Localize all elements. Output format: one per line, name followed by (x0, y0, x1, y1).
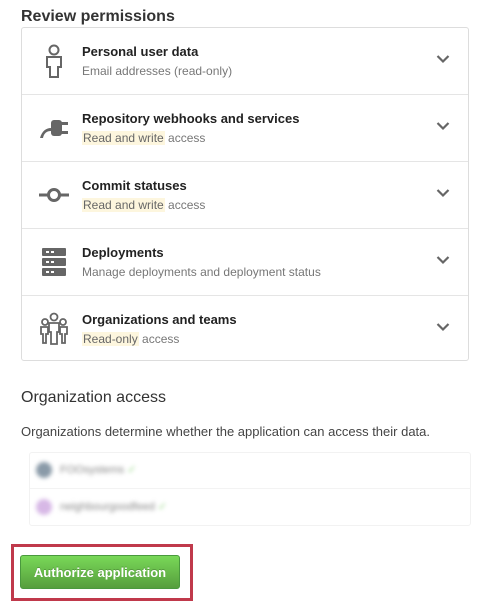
permission-description: Manage deployments and deployment status (82, 265, 321, 279)
review-permissions-title: Review permissions (21, 8, 175, 25)
permission-organizations-teams[interactable]: Organizations and teams Read-only access (22, 296, 468, 363)
permission-commit-statuses[interactable]: Commit statuses Read and write access (22, 162, 468, 229)
org-avatar (36, 499, 52, 515)
chevron-down-icon[interactable] (436, 255, 450, 265)
server-icon (38, 245, 70, 279)
permissions-list: Personal user data Email addresses (read… (21, 27, 469, 361)
permission-repository-webhooks[interactable]: Repository webhooks and services Read an… (22, 95, 468, 162)
organization-item[interactable]: FOOsystems ✓ (30, 453, 470, 489)
permission-deployments[interactable]: Deployments Manage deployments and deplo… (22, 229, 468, 296)
organization-item[interactable]: neighbourgoodfeed ✓ (30, 490, 470, 526)
access-level-highlight: Read-only (82, 332, 139, 346)
check-icon: ✓ (157, 501, 168, 513)
organization-access-title: Organization access (21, 389, 166, 406)
org-avatar (36, 462, 52, 478)
org-name-text: FOOsystems (60, 464, 125, 476)
organization-list: FOOsystems ✓ neighbourgoodfeed ✓ (29, 452, 471, 526)
org-name: neighbourgoodfeed ✓ (60, 500, 167, 513)
chevron-down-icon[interactable] (436, 121, 450, 131)
permission-name: Personal user data (82, 44, 199, 59)
permission-description: Read-only access (82, 332, 179, 346)
access-level-highlight: Read and write (82, 198, 165, 212)
organization-access-description: Organizations determine whether the appl… (21, 424, 431, 439)
access-suffix: access (164, 131, 206, 145)
permission-name: Commit statuses (82, 178, 187, 193)
plug-icon (38, 111, 70, 145)
org-name-text: neighbourgoodfeed (60, 501, 155, 513)
permission-name: Repository webhooks and services (82, 111, 300, 126)
chevron-down-icon[interactable] (436, 188, 450, 198)
chevron-down-icon[interactable] (436, 54, 450, 64)
permission-personal-user-data[interactable]: Personal user data Email addresses (read… (22, 28, 468, 95)
permission-name: Organizations and teams (82, 312, 237, 327)
access-suffix: access (138, 332, 180, 346)
access-level-highlight: Read and write (82, 131, 165, 145)
organization-icon (38, 312, 70, 346)
chevron-down-icon[interactable] (436, 322, 450, 332)
check-icon: ✓ (127, 464, 137, 476)
commit-icon (38, 178, 70, 212)
access-suffix: access (164, 198, 206, 212)
permission-description: Read and write access (82, 131, 205, 145)
org-name: FOOsystems ✓ (60, 463, 136, 476)
permission-description: Email addresses (read-only) (82, 64, 233, 78)
permission-name: Deployments (82, 245, 164, 260)
person-icon (38, 44, 70, 78)
permission-description: Read and write access (82, 198, 205, 212)
authorize-application-button[interactable]: Authorize application (20, 555, 180, 589)
